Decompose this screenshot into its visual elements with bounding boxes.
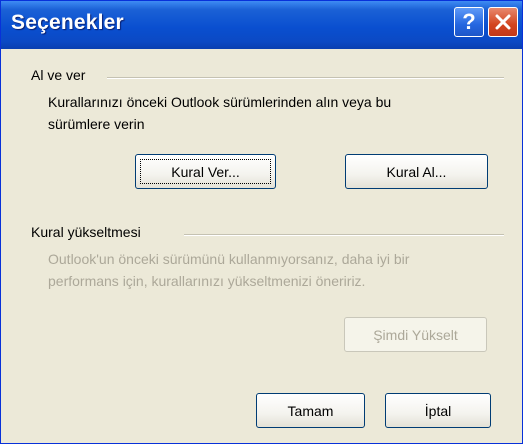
close-button[interactable] — [488, 7, 518, 37]
kural-yukseltmesi-description: Outlook'un önceki sürümünü kullanmıyorsa… — [48, 248, 409, 292]
al-ve-ver-heading: Al ve ver — [31, 67, 86, 83]
al-ve-ver-separator — [107, 77, 504, 79]
close-x-icon — [495, 14, 511, 30]
kural-yukseltmesi-separator — [184, 234, 504, 236]
kural-al-button[interactable]: Kural Al... — [345, 154, 488, 189]
help-button[interactable]: ? — [454, 7, 484, 37]
ok-button[interactable]: Tamam — [256, 393, 365, 428]
window-title: Seçenekler — [11, 11, 124, 34]
kural-ver-button[interactable]: Kural Ver... — [135, 154, 276, 189]
cancel-button[interactable]: İptal — [385, 393, 491, 428]
al-ve-ver-description-line1: Kurallarınızı önceki Outlook sürümlerind… — [48, 94, 392, 110]
kural-yukseltmesi-description-line2: performans için, kurallarınızı yükseltme… — [48, 273, 366, 289]
title-bar[interactable]: Seçenekler ? — [1, 1, 522, 49]
al-ve-ver-description: Kurallarınızı önceki Outlook sürümlerind… — [48, 91, 391, 135]
upgrade-now-button[interactable]: Şimdi Yükselt — [344, 317, 487, 352]
kural-yukseltmesi-heading: Kural yükseltmesi — [31, 224, 141, 240]
options-dialog: Seçenekler ? Al ve ver Kurallarınızı önc… — [0, 0, 523, 444]
al-ve-ver-description-line2: sürümlere verin — [48, 116, 145, 132]
kural-yukseltmesi-description-line1: Outlook'un önceki sürümünü kullanmıyorsa… — [48, 251, 410, 267]
question-mark-icon: ? — [462, 9, 476, 34]
